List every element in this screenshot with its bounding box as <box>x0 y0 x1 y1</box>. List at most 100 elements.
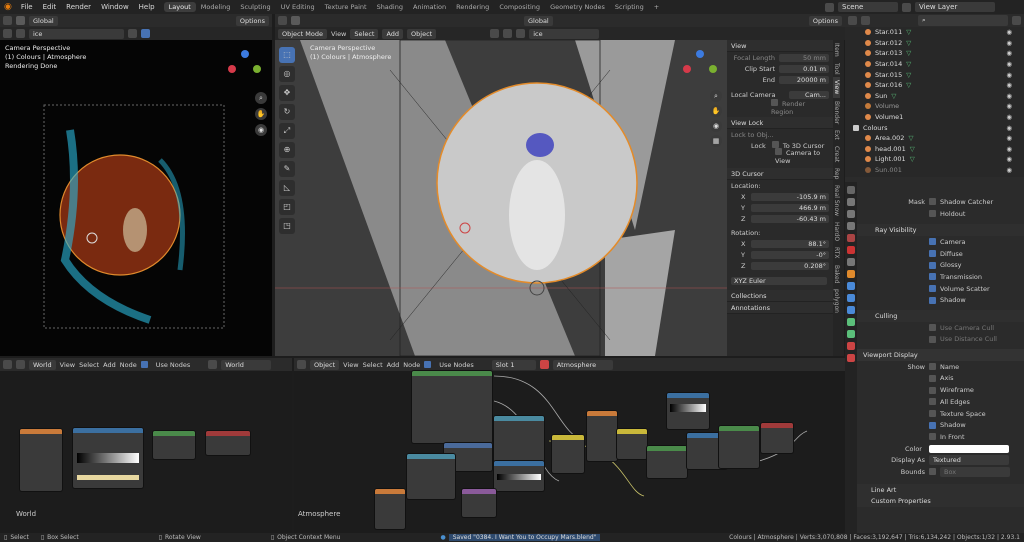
transform-icon[interactable] <box>490 29 500 38</box>
outliner-type-icon[interactable] <box>848 16 857 25</box>
visibility-eye-icon[interactable]: ◉ <box>1006 60 1012 68</box>
outliner-row[interactable]: Volume1 ◉ <box>845 112 1024 123</box>
outliner-row[interactable]: head.001 ▽ ◉ <box>845 144 1024 155</box>
line-art-header[interactable]: Line Art <box>871 486 896 494</box>
cursor-rot-y-field[interactable]: -0° <box>751 250 829 259</box>
tab-ext[interactable]: Ext <box>833 127 840 143</box>
object-tab-icon[interactable] <box>847 270 855 278</box>
display-as-dropdown[interactable]: Textured <box>929 455 1009 466</box>
material-icon[interactable] <box>539 360 549 369</box>
pan-hand-icon[interactable]: ✋ <box>255 108 267 120</box>
show-axis-checkbox[interactable]: Axis <box>940 374 954 382</box>
add-shader-node[interactable] <box>719 426 759 468</box>
main-gizmo-z-axis-icon[interactable] <box>696 50 704 58</box>
constraints-tab-icon[interactable] <box>847 318 855 326</box>
transmission-checkbox[interactable]: Transmission <box>940 273 982 281</box>
visibility-eye-icon[interactable]: ◉ <box>1006 113 1012 121</box>
left-options-dropdown[interactable]: Options <box>235 15 269 26</box>
cursor-icon[interactable]: ◎ <box>279 66 295 82</box>
shading-solid-icon[interactable] <box>128 29 137 38</box>
bounds-dropdown[interactable]: Box <box>940 466 1010 477</box>
output-tab-icon[interactable] <box>847 210 855 218</box>
extra-tool-icon[interactable]: ◳ <box>279 218 295 234</box>
visibility-eye-icon[interactable]: ◉ <box>1006 71 1012 79</box>
select-tool-icon[interactable] <box>291 16 300 25</box>
main-options-dropdown[interactable]: Options <box>808 15 842 26</box>
visibility-eye-icon[interactable]: ◉ <box>1006 28 1012 36</box>
world-icon[interactable] <box>16 360 25 369</box>
color-ramp-2-node[interactable] <box>667 393 709 429</box>
show-shadow-checkbox[interactable]: Shadow <box>940 421 966 429</box>
tab-geometry-nodes[interactable]: Geometry Nodes <box>545 2 610 12</box>
scene-field[interactable]: Scene <box>838 2 898 12</box>
outliner-row[interactable]: Star.012 ▽ ◉ <box>845 38 1024 49</box>
render-tab-icon[interactable] <box>847 198 855 206</box>
tab-modeling[interactable]: Modeling <box>196 2 236 12</box>
tab-hardops[interactable]: HardO <box>833 219 840 244</box>
mode-dropdown[interactable]: Object Mode <box>278 28 327 39</box>
collection-tab-icon[interactable] <box>847 258 855 266</box>
tab-item[interactable]: Item <box>833 40 840 60</box>
main-gizmo-x-axis-icon[interactable] <box>683 65 691 73</box>
menu-render[interactable]: Render <box>61 3 96 11</box>
cursor-loc-x-field[interactable]: -105.9 m <box>751 192 829 201</box>
volume-scatter-checkbox[interactable]: Volume Scatter <box>940 285 990 293</box>
menu-add[interactable]: Add <box>382 28 404 39</box>
show-name-checkbox[interactable]: Name <box>940 363 959 371</box>
view-layer-tab-icon[interactable] <box>847 222 855 230</box>
shader-type-icon[interactable] <box>297 360 306 369</box>
visibility-eye-icon[interactable]: ◉ <box>1006 81 1012 89</box>
diffuse-checkbox[interactable]: Diffuse <box>940 250 963 258</box>
shader-menu-select[interactable]: Select <box>363 361 383 369</box>
main-gizmo-y-axis-icon[interactable] <box>709 65 717 73</box>
world-node-canvas[interactable]: World <box>0 371 292 533</box>
tab-animation[interactable]: Animation <box>408 2 451 12</box>
outliner-row[interactable]: Volume ◉ <box>845 101 1024 112</box>
select-box-icon[interactable]: ⬚ <box>279 47 295 63</box>
object-type-dropdown[interactable]: Object <box>310 359 340 370</box>
gizmo-x-axis-icon[interactable] <box>228 65 236 73</box>
world-menu-add[interactable]: Add <box>103 361 116 369</box>
vector-node[interactable] <box>552 435 584 473</box>
holdout-checkbox[interactable]: Holdout <box>940 210 965 218</box>
shader-mix-node[interactable] <box>617 429 647 459</box>
culling-header[interactable]: Culling <box>875 312 897 320</box>
scene-tab-icon[interactable] <box>847 234 855 242</box>
outliner-row[interactable]: Sun.001 ◉ <box>845 165 1024 176</box>
tab-rep[interactable]: Rep <box>833 165 840 182</box>
add-workspace-icon[interactable]: + <box>649 2 664 12</box>
particles-tab-icon[interactable] <box>847 294 855 302</box>
ramp-node[interactable] <box>494 461 544 491</box>
visibility-eye-icon[interactable]: ◉ <box>1006 155 1012 163</box>
menu-help[interactable]: Help <box>134 3 160 11</box>
measure-icon[interactable]: ◺ <box>279 180 295 196</box>
shader-node-canvas[interactable]: Atmosphere <box>294 371 845 533</box>
tab-view[interactable]: View <box>833 77 840 98</box>
tab-blender[interactable]: Blender <box>833 98 840 127</box>
mapping-node[interactable] <box>375 489 405 529</box>
world-output-node[interactable] <box>206 431 250 455</box>
color-swatch[interactable] <box>929 444 1009 453</box>
material-tab-icon[interactable] <box>847 342 855 350</box>
tab-compositing[interactable]: Compositing <box>494 2 545 12</box>
menu-window[interactable]: Window <box>96 3 134 11</box>
annotate-icon[interactable]: ✎ <box>279 161 295 177</box>
tab-real-snow[interactable]: Real Snow <box>833 182 840 219</box>
shader-menu-node[interactable]: Node <box>403 361 420 369</box>
main-perspective-icon[interactable]: ▦ <box>710 135 722 147</box>
world-type-dropdown[interactable]: World <box>29 359 56 370</box>
shader-menu-view[interactable]: View <box>343 361 358 369</box>
tab-sculpting[interactable]: Sculpting <box>235 2 275 12</box>
outliner-row[interactable]: Star.013 ▽ ◉ <box>845 48 1024 59</box>
world-menu-node[interactable]: Node <box>120 361 137 369</box>
visibility-eye-icon[interactable]: ◉ <box>1006 166 1012 174</box>
rotate-icon[interactable]: ↻ <box>279 104 295 120</box>
show-in-front-checkbox[interactable]: In Front <box>940 433 965 441</box>
left-search-input[interactable]: ice <box>29 28 124 39</box>
view-section-header[interactable]: View <box>727 40 833 52</box>
outliner-row[interactable]: Star.015 ▽ ◉ <box>845 69 1024 80</box>
visibility-eye-icon[interactable]: ◉ <box>1006 134 1012 142</box>
ray-visibility-header[interactable]: Ray Visibility <box>875 226 917 234</box>
cursor-loc-z-field[interactable]: -60.43 m <box>751 214 829 223</box>
shader-use-nodes-checkbox[interactable]: Use Nodes <box>439 361 474 369</box>
